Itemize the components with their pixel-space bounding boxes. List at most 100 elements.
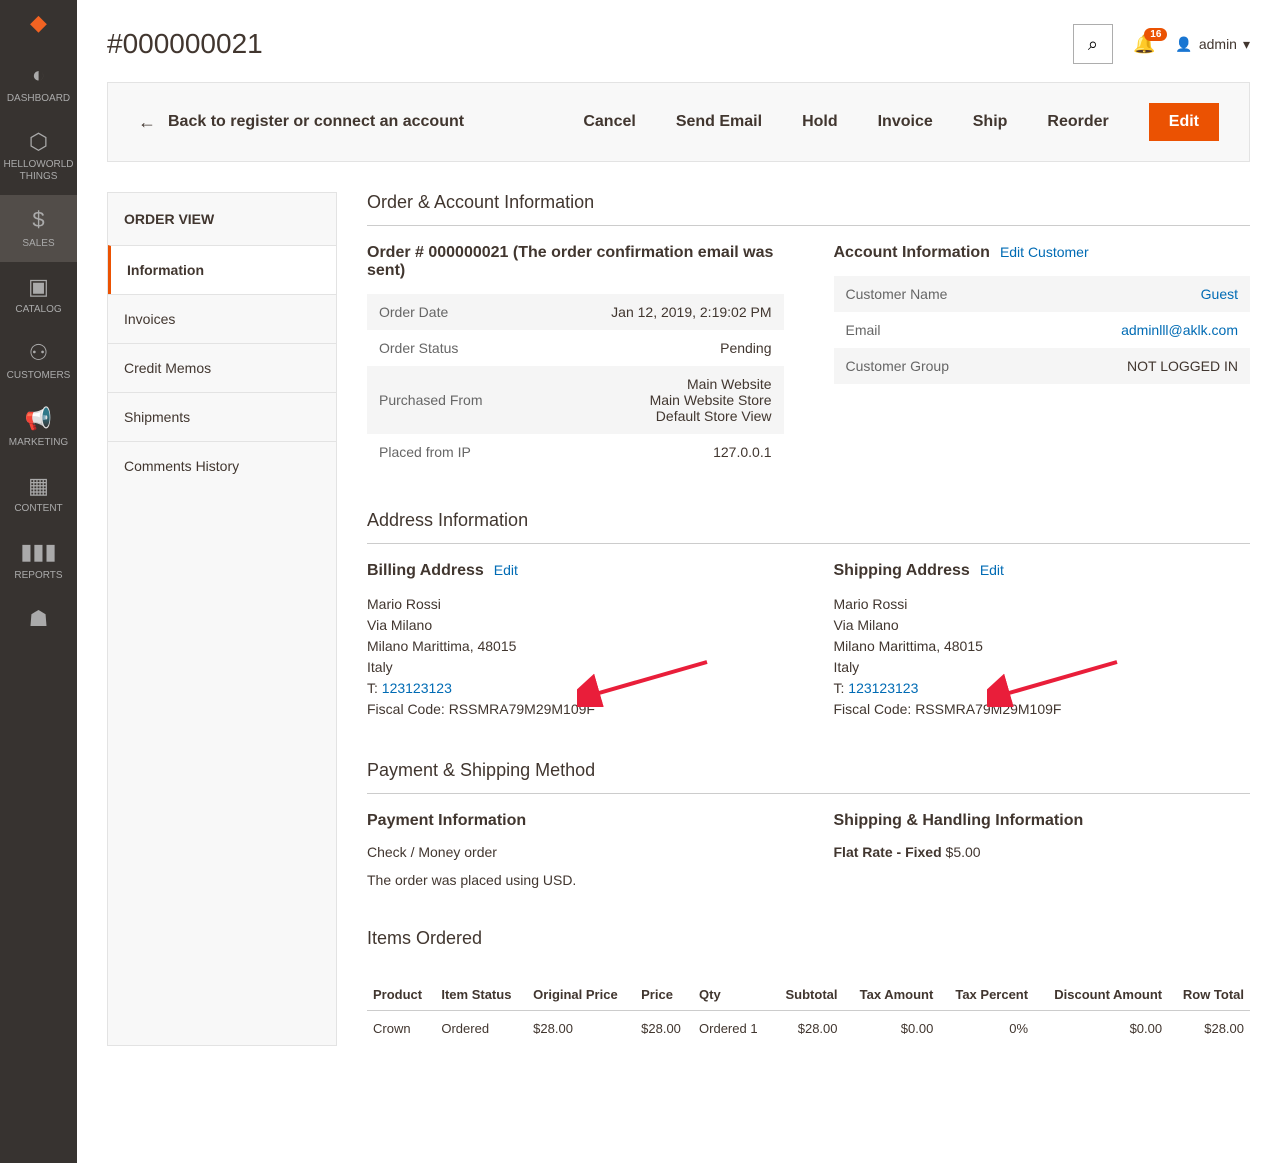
shipping-address-title: Shipping Address bbox=[834, 562, 970, 580]
email-link[interactable]: adminlll@aklk.com bbox=[1121, 322, 1238, 338]
reorder-button[interactable]: Reorder bbox=[1047, 113, 1108, 131]
dollar-icon: $ bbox=[32, 207, 44, 233]
action-toolbar: ← Back to register or connect an account… bbox=[107, 82, 1250, 162]
order-info-table: Order DateJan 12, 2019, 2:19:02 PM Order… bbox=[367, 294, 784, 470]
sidebar-item-dashboard[interactable]: ◐ DASHBOARD bbox=[0, 50, 77, 116]
edit-billing-link[interactable]: Edit bbox=[494, 562, 518, 578]
billing-country: Italy bbox=[367, 657, 784, 678]
order-date-row: Order DateJan 12, 2019, 2:19:02 PM bbox=[367, 294, 784, 330]
shipping-phone-link[interactable]: 123123123 bbox=[848, 680, 918, 696]
billing-street: Via Milano bbox=[367, 615, 784, 636]
payment-info-block: Payment Information Check / Money order … bbox=[367, 812, 784, 888]
order-info-block: Order # 000000021 (The order confirmatio… bbox=[367, 244, 784, 470]
sidebar-item-helloworld[interactable]: ⬡ HELLOWORLD THINGS bbox=[0, 117, 77, 195]
section-address: Address Information bbox=[367, 510, 1250, 544]
sidebar-label: CATALOG bbox=[15, 304, 61, 316]
items-ordered-table: Product Item Status Original Price Price… bbox=[367, 979, 1250, 1046]
nav-item-information[interactable]: Information bbox=[108, 245, 336, 294]
shipping-fiscal-code: Fiscal Code: RSSMRA79M29M109F bbox=[834, 699, 1251, 720]
user-menu[interactable]: 👤 admin ▾ bbox=[1175, 36, 1250, 53]
shipping-address-block: Shipping Address Edit Mario Rossi Via Mi… bbox=[834, 562, 1251, 720]
customer-name-row: Customer NameGuest bbox=[834, 276, 1251, 312]
ship-button[interactable]: Ship bbox=[973, 113, 1008, 131]
catalog-icon: ▣ bbox=[28, 274, 49, 300]
payment-method: Check / Money order bbox=[367, 844, 784, 860]
shipping-city: Milano Marittima, 48015 bbox=[834, 636, 1251, 657]
sidebar-label: SALES bbox=[22, 238, 54, 250]
dashboard-icon: ◐ bbox=[32, 62, 45, 88]
billing-address-block: Billing Address Edit Mario Rossi Via Mil… bbox=[367, 562, 784, 720]
sidebar-label: CUSTOMERS bbox=[7, 370, 71, 382]
edit-shipping-link[interactable]: Edit bbox=[980, 562, 1004, 578]
nav-item-comments-history[interactable]: Comments History bbox=[108, 441, 336, 490]
sidebar-item-sales[interactable]: $ SALES bbox=[0, 195, 77, 261]
sidebar-item-reports[interactable]: ▮▮▮ REPORTS bbox=[0, 527, 77, 593]
shipping-amount: $5.00 bbox=[946, 844, 981, 860]
section-payment-shipping: Payment & Shipping Method bbox=[367, 760, 1250, 794]
page-header: #000000021 ⌕ 🔔 16 👤 admin ▾ bbox=[107, 0, 1250, 82]
sidebar-item-marketing[interactable]: 📢 MARKETING bbox=[0, 394, 77, 460]
sidebar-label: MARKETING bbox=[9, 437, 68, 449]
megaphone-icon: 📢 bbox=[25, 406, 52, 432]
send-email-button[interactable]: Send Email bbox=[676, 113, 762, 131]
email-row: Emailadminlll@aklk.com bbox=[834, 312, 1251, 348]
sidebar-item-catalog[interactable]: ▣ CATALOG bbox=[0, 262, 77, 328]
billing-name: Mario Rossi bbox=[367, 594, 784, 615]
notification-badge: 16 bbox=[1144, 28, 1167, 41]
customer-group-row: Customer GroupNOT LOGGED IN bbox=[834, 348, 1251, 384]
shipping-method-title: Shipping & Handling Information bbox=[834, 812, 1251, 830]
order-info-title: Order # 000000021 (The order confirmatio… bbox=[367, 244, 784, 280]
invoice-button[interactable]: Invoice bbox=[878, 113, 933, 131]
sidebar-label: REPORTS bbox=[14, 570, 62, 582]
sidebar-label: CONTENT bbox=[14, 503, 62, 515]
shipping-country: Italy bbox=[834, 657, 1251, 678]
edit-customer-link[interactable]: Edit Customer bbox=[1000, 244, 1089, 260]
search-icon: ⌕ bbox=[1088, 34, 1098, 55]
sidebar-item-content[interactable]: ▦ CONTENT bbox=[0, 461, 77, 527]
sidebar-label: HELLOWORLD THINGS bbox=[4, 159, 74, 183]
back-button[interactable]: ← Back to register or connect an account bbox=[138, 112, 464, 133]
shipping-name: Mario Rossi bbox=[834, 594, 1251, 615]
page-title: #000000021 bbox=[107, 28, 263, 60]
account-info-table: Customer NameGuest Emailadminlll@aklk.co… bbox=[834, 276, 1251, 384]
section-order-account: Order & Account Information bbox=[367, 192, 1250, 226]
purchased-from-row: Purchased FromMain Website Main Website … bbox=[367, 366, 784, 434]
hold-button[interactable]: Hold bbox=[802, 113, 838, 131]
back-label: Back to register or connect an account bbox=[168, 113, 464, 131]
shipping-method-block: Shipping & Handling Information Flat Rat… bbox=[834, 812, 1251, 888]
user-icon: 👤 bbox=[1175, 36, 1192, 53]
sidebar-item-customers[interactable]: ⚇ CUSTOMERS bbox=[0, 328, 77, 394]
customer-name-link[interactable]: Guest bbox=[1201, 286, 1238, 302]
edit-button[interactable]: Edit bbox=[1149, 103, 1219, 141]
billing-city: Milano Marittima, 48015 bbox=[367, 636, 784, 657]
reports-icon: ▮▮▮ bbox=[20, 539, 56, 565]
sidebar-label: DASHBOARD bbox=[7, 93, 70, 105]
cancel-button[interactable]: Cancel bbox=[583, 113, 635, 131]
nav-item-invoices[interactable]: Invoices bbox=[108, 294, 336, 343]
content-icon: ▦ bbox=[28, 473, 49, 499]
shipping-method-name: Flat Rate - Fixed bbox=[834, 844, 942, 860]
account-info-block: Account Information Edit Customer Custom… bbox=[834, 244, 1251, 470]
person-icon: ⚇ bbox=[29, 340, 49, 366]
notifications-button[interactable]: 🔔 16 bbox=[1133, 34, 1155, 55]
payment-info-title: Payment Information bbox=[367, 812, 784, 830]
nav-item-credit-memos[interactable]: Credit Memos bbox=[108, 343, 336, 392]
account-info-title: Account Information bbox=[834, 244, 990, 262]
order-view-nav: ORDER VIEW Information Invoices Credit M… bbox=[107, 192, 337, 1046]
admin-sidebar: ◆ ◐ DASHBOARD ⬡ HELLOWORLD THINGS $ SALES ▣… bbox=[0, 0, 77, 1163]
billing-fiscal-code: Fiscal Code: RSSMRA79M29M109F bbox=[367, 699, 784, 720]
user-name: admin bbox=[1199, 36, 1237, 52]
logo-icon[interactable]: ◆ bbox=[0, 0, 77, 50]
chevron-down-icon: ▾ bbox=[1243, 36, 1250, 53]
nav-item-shipments[interactable]: Shipments bbox=[108, 392, 336, 441]
search-button[interactable]: ⌕ bbox=[1073, 24, 1113, 64]
billing-address-title: Billing Address bbox=[367, 562, 484, 580]
sidebar-item-stores[interactable]: ☗ bbox=[0, 594, 77, 648]
table-row: Crown Ordered $28.00 $28.00 Ordered 1 $2… bbox=[367, 1011, 1250, 1047]
cube-icon: ⬡ bbox=[29, 129, 48, 155]
order-status-row: Order StatusPending bbox=[367, 330, 784, 366]
arrow-left-icon: ← bbox=[138, 112, 156, 133]
billing-phone-link[interactable]: 123123123 bbox=[382, 680, 452, 696]
payment-note: The order was placed using USD. bbox=[367, 872, 784, 888]
shipping-street: Via Milano bbox=[834, 615, 1251, 636]
